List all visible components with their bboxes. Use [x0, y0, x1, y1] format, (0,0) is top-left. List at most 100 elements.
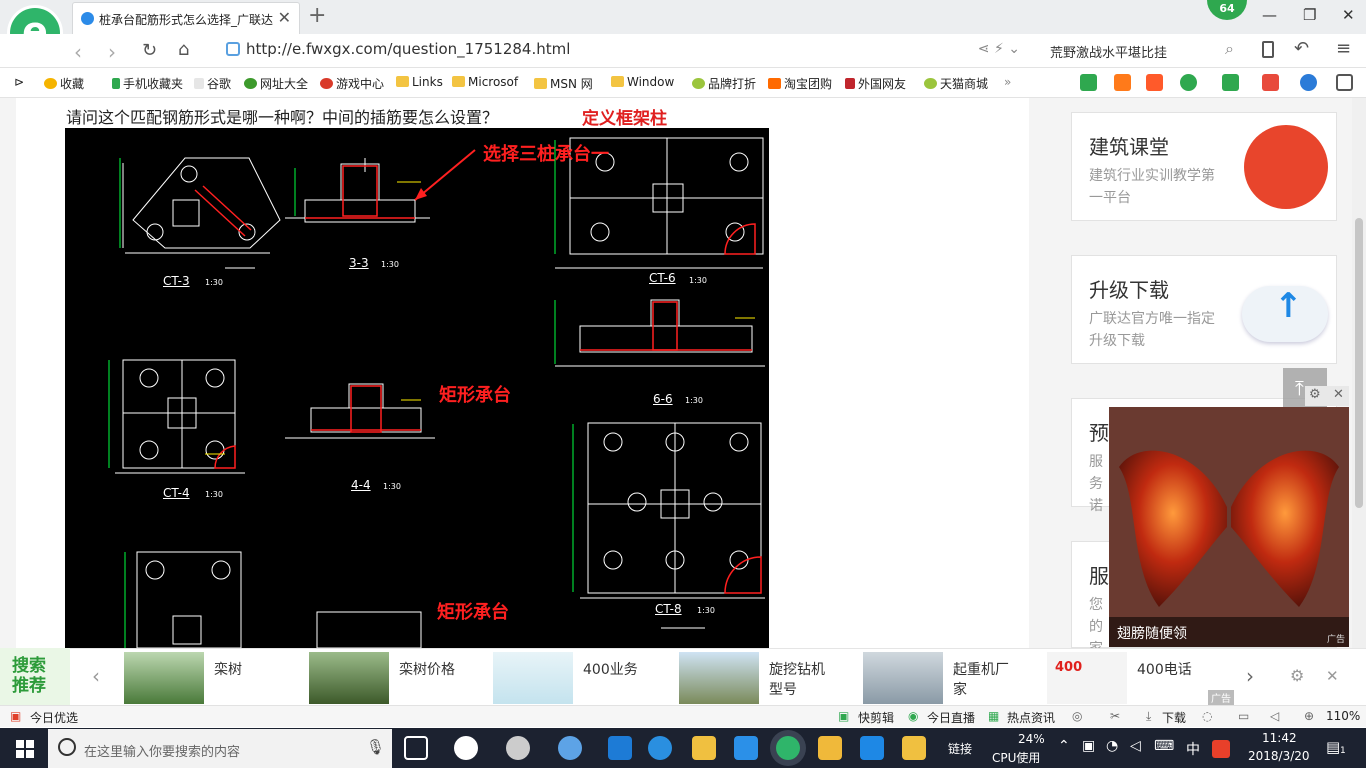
microphone-icon[interactable]: 🎙 — [366, 738, 385, 756]
screenshot-icon[interactable] — [1262, 74, 1279, 91]
notification-center-icon[interactable]: ▤ — [1326, 738, 1340, 756]
restore-button[interactable]: ❐ — [1303, 6, 1316, 24]
popup-close-icon[interactable]: ✕ — [1333, 387, 1344, 402]
scrollbar[interactable] — [1352, 98, 1366, 648]
apps-icon[interactable] — [1336, 74, 1353, 91]
ime-indicator[interactable]: 中 — [1186, 739, 1200, 759]
taskbar-search-placeholder[interactable]: 在这里输入你要搜索的内容 — [84, 741, 240, 760]
browser-2-icon[interactable] — [558, 736, 582, 760]
today-picks-link[interactable]: 今日优选 — [30, 709, 78, 726]
bookmark-microsoft[interactable]: Microsof — [452, 75, 518, 89]
discount-icon[interactable] — [1146, 74, 1163, 91]
quick-edit-link[interactable]: 快剪辑 — [858, 709, 894, 726]
fan-app-icon[interactable] — [454, 736, 478, 760]
keyboard-icon[interactable]: ⌨ — [1154, 738, 1174, 754]
taskbar-search[interactable]: 在这里输入你要搜索的内容 🎙 — [48, 729, 392, 768]
minimize-button[interactable]: — — [1262, 6, 1277, 24]
news-link[interactable]: 热点资讯 — [1007, 709, 1055, 726]
promo-close-icon[interactable]: ✕ — [1326, 667, 1339, 685]
pin-icon[interactable]: ✂ — [1110, 709, 1120, 723]
card-upgrade-download[interactable]: 升级下载 广联达官方唯一指定升级下载 ↑ — [1071, 255, 1337, 364]
home-icon[interactable]: ⌂ — [178, 39, 189, 60]
promo-item[interactable]: 起重机厂家 — [863, 650, 1033, 704]
promo-item[interactable]: 栾树 — [124, 650, 294, 704]
popup-ad[interactable]: 翅膀随便领 广告 — [1109, 407, 1349, 647]
bookmark-msn[interactable]: MSN 网 — [534, 75, 593, 92]
task-view-icon[interactable] — [404, 736, 428, 760]
settings-icon[interactable]: ⚙ — [1309, 387, 1321, 402]
browser-e-icon[interactable]: ◌ — [1202, 709, 1212, 723]
undo-icon[interactable]: ↶ — [1294, 38, 1309, 59]
find-icon[interactable] — [1300, 74, 1317, 91]
prev-arrow-icon[interactable]: ‹ — [92, 664, 100, 688]
forward-icon[interactable]: › — [108, 40, 116, 64]
ie-e-icon[interactable] — [506, 736, 530, 760]
live-link[interactable]: 今日直播 — [927, 709, 975, 726]
window-close-button[interactable]: ✕ — [1342, 6, 1355, 24]
url-text[interactable]: http://e.fwxgx.com/question_1751284.html — [246, 40, 570, 58]
network-icon[interactable]: ▣ — [1082, 738, 1095, 754]
zoom-icon[interactable]: ⊕ — [1304, 709, 1314, 723]
bookmark-mobile[interactable]: 手机收藏夹 — [112, 75, 183, 92]
promo-settings-icon[interactable]: ⚙ — [1290, 666, 1304, 685]
clock-time[interactable]: 11:42 — [1262, 731, 1297, 745]
notes-icon[interactable] — [818, 736, 842, 760]
promo-item[interactable]: 栾树价格 — [309, 650, 479, 704]
menu-icon[interactable]: ≡ — [1336, 38, 1351, 59]
volume-icon[interactable]: ◁ — [1130, 738, 1141, 754]
download-link[interactable]: 下载 — [1162, 709, 1186, 726]
back-icon[interactable]: ‹ — [74, 40, 82, 64]
bookmark-sites[interactable]: 网址大全 — [244, 75, 308, 92]
sogou-icon[interactable] — [1212, 740, 1230, 758]
glodon-g-icon[interactable] — [734, 736, 758, 760]
search-icon[interactable]: ⌕ — [1225, 39, 1234, 59]
sidebar-toggle-icon[interactable]: ⊳ — [14, 75, 24, 89]
window-icon[interactable]: ▭ — [1238, 709, 1249, 723]
live-icon: ◉ — [908, 709, 919, 723]
plus-app-icon[interactable] — [860, 736, 884, 760]
wifi-icon[interactable]: ◔ — [1106, 738, 1118, 754]
tab-close-icon[interactable]: ✕ — [278, 8, 291, 27]
internet-explorer-icon[interactable] — [648, 736, 672, 760]
bookmark-favorites[interactable]: 收藏 — [44, 75, 84, 92]
mobile-icon[interactable] — [1262, 41, 1274, 58]
link-label[interactable]: 链接 — [948, 740, 972, 757]
edge-icon[interactable] — [608, 736, 632, 760]
bookmark-google[interactable]: 谷歌 — [194, 75, 231, 92]
bookmark-tmall[interactable]: 天猫商城 — [924, 75, 988, 92]
zoom-level[interactable]: 110% — [1326, 709, 1360, 723]
refresh-icon[interactable]: ↻ — [142, 40, 157, 61]
search-box[interactable]: 荒野激战水平堪比挂 ⌕ — [1040, 38, 1240, 62]
promo-item[interactable]: 400 400电话 — [1047, 650, 1217, 704]
bookmark-foreign[interactable]: 外国网友 — [845, 75, 906, 92]
bookmark-brand-sale[interactable]: 品牌打折 — [692, 75, 756, 92]
sound-icon[interactable]: ◁ — [1270, 709, 1279, 723]
promo-item[interactable]: 旋挖钻机型号 — [679, 650, 849, 704]
address-tools-icon[interactable]: ⋖ ⚡ ⌄ — [978, 41, 1020, 57]
address-bar[interactable]: http://e.fwxgx.com/question_1751284.html… — [216, 38, 1032, 62]
more-bookmarks-icon[interactable]: » — [1004, 75, 1011, 89]
search-query[interactable]: 荒野激战水平堪比挂 — [1050, 42, 1167, 61]
bookmark-games[interactable]: 游戏中心 — [320, 75, 384, 92]
clock-date[interactable]: 2018/3/20 — [1248, 749, 1310, 763]
bookmark-windows[interactable]: Window — [611, 75, 674, 89]
speed-icon[interactable]: ◎ — [1072, 709, 1082, 723]
card-building-class[interactable]: 建筑课堂 建筑行业实训教学第一平台 — [1071, 112, 1337, 221]
cad-drawing[interactable]: CT-3 1:30 3-3 1:30 CT-6 1:30 6-6 1:30 CT… — [65, 128, 769, 648]
shield-icon[interactable] — [1180, 74, 1197, 91]
translate-icon[interactable] — [1222, 74, 1239, 91]
next-arrow-icon[interactable]: › — [1246, 664, 1254, 688]
task-app-icon[interactable] — [902, 736, 926, 760]
new-tab-button[interactable]: + — [308, 3, 326, 28]
promo-item[interactable]: 400业务 — [493, 650, 663, 704]
scrollbar-thumb[interactable] — [1355, 218, 1363, 508]
tv-icon[interactable] — [1114, 74, 1131, 91]
windows-start-icon[interactable] — [16, 740, 34, 758]
tray-expand-icon[interactable]: ⌃ — [1058, 738, 1070, 754]
file-explorer-icon[interactable] — [692, 736, 716, 760]
browser-active-icon[interactable] — [776, 736, 800, 760]
bookmark-links[interactable]: Links — [396, 75, 443, 89]
bookmark-taobao[interactable]: 淘宝团购 — [768, 75, 832, 92]
reader-icon[interactable] — [1080, 74, 1097, 91]
browser-tab[interactable]: 桩承台配筋形式怎么选择_广联达 ✕ — [72, 2, 300, 34]
